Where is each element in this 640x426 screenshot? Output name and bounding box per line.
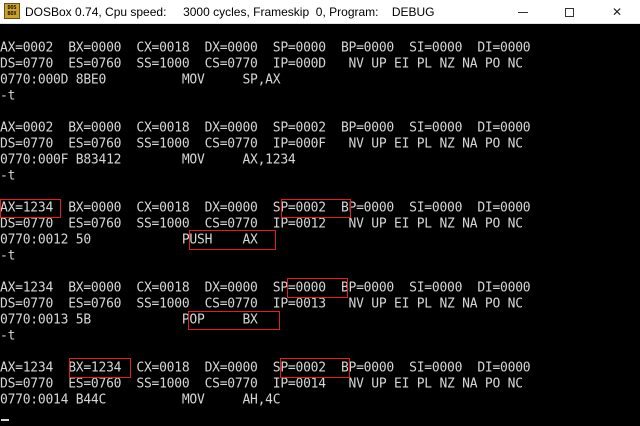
maximize-icon <box>564 8 574 17</box>
highlight-sp-0000 <box>287 278 348 298</box>
dosbox-window: DOS BOX DOSBox 0.74, Cpu speed: 3000 cyc… <box>0 0 640 426</box>
console-line: 0770:000F B83412 MOV AX,1234 <box>0 152 296 168</box>
minimize-button[interactable] <box>500 0 546 24</box>
close-button[interactable]: ✕ <box>594 0 640 24</box>
console-line: DS=0770 ES=0760 SS=1000 CS=0770 IP=000F … <box>0 136 523 152</box>
highlight-push-ax <box>189 230 276 250</box>
console-line: AX=1234 BX=0000 CX=0018 DX=0000 SP=0000 … <box>0 280 531 296</box>
console-line: 0770:000D 8BE0 MOV SP,AX <box>0 72 281 88</box>
console-line: AX=1234 BX=0000 CX=0018 DX=0000 SP=0002 … <box>0 200 531 216</box>
text-cursor <box>1 419 9 421</box>
minimize-icon <box>518 12 528 13</box>
dosbox-icon[interactable]: DOS BOX <box>4 3 20 19</box>
console-line: AX=0002 BX=0000 CX=0018 DX=0000 SP=0000 … <box>0 40 531 56</box>
window-title: DOSBox 0.74, Cpu speed: 3000 cycles, Fra… <box>25 5 435 19</box>
highlight-sp-0002-final <box>280 358 350 378</box>
maximize-button[interactable] <box>546 0 592 24</box>
console-line: -t <box>0 88 16 104</box>
console-line: -t <box>0 168 16 184</box>
console-line: -t <box>0 328 16 344</box>
console-line: AX=0002 BX=0000 CX=0018 DX=0000 SP=0002 … <box>0 120 531 136</box>
console-line: DS=0770 ES=0760 SS=1000 CS=0770 IP=0014 … <box>0 376 523 392</box>
highlight-sp-0002 <box>281 199 351 218</box>
title-bar[interactable]: DOS BOX DOSBox 0.74, Cpu speed: 3000 cyc… <box>0 0 640 24</box>
console-line: DS=0770 ES=0760 SS=1000 CS=0770 IP=000D … <box>0 56 523 72</box>
highlight-ax-1234 <box>0 199 61 218</box>
console-line: -t <box>0 248 16 264</box>
console-line: 0770:0014 B44C MOV AH,4C <box>0 392 281 408</box>
highlight-bx-1234 <box>69 358 131 378</box>
highlight-pop-bx <box>188 311 280 330</box>
close-icon: ✕ <box>611 5 623 19</box>
